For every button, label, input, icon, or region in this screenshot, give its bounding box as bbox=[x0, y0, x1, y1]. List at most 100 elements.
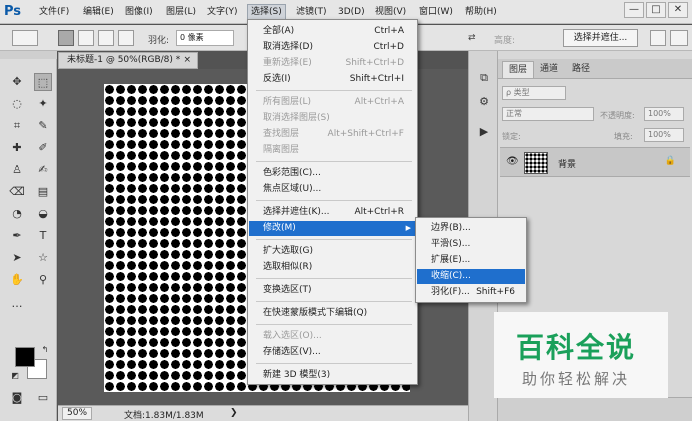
screen-mode-icon[interactable]: ▭ bbox=[34, 389, 52, 407]
magic-wand-icon[interactable]: ✦ bbox=[34, 95, 52, 113]
dodge-tool-icon[interactable]: ◒ bbox=[34, 205, 52, 223]
add-selection-icon[interactable] bbox=[78, 30, 94, 46]
default-colors-icon[interactable]: ◩ bbox=[6, 367, 24, 385]
actions-panel-icon[interactable]: ▶ bbox=[475, 123, 493, 141]
brush-tool-icon[interactable]: ✐ bbox=[34, 139, 52, 157]
menu-item-load-selection[interactable]: 载入选区(O)... bbox=[249, 329, 416, 344]
menu-image[interactable]: 图像(I) bbox=[122, 5, 156, 20]
blend-row: 正常 不透明度: 100% bbox=[502, 107, 688, 123]
quick-mask-icon[interactable]: ◙ bbox=[8, 389, 26, 407]
maximize-button[interactable]: □ bbox=[646, 2, 666, 18]
path-select-icon[interactable]: ➤ bbox=[8, 249, 26, 267]
crop-tool-icon[interactable]: ⌗ bbox=[8, 117, 26, 135]
healing-brush-icon[interactable]: ✚ bbox=[8, 139, 26, 157]
select-and-mask-button[interactable]: 选择并遮住... bbox=[563, 29, 638, 47]
toolbox-grip[interactable] bbox=[0, 51, 57, 59]
menu-item-focus-area[interactable]: 焦点区域(U)... bbox=[249, 182, 416, 197]
menu-file[interactable]: 文件(F) bbox=[36, 5, 72, 20]
menu-item-find-layers[interactable]: 查找图层 Alt+Shift+Ctrl+F bbox=[249, 127, 416, 142]
menu-type[interactable]: 文字(Y) bbox=[204, 5, 241, 20]
hand-tool-icon[interactable]: ✋ bbox=[8, 271, 26, 289]
menu-edit[interactable]: 编辑(E) bbox=[80, 5, 117, 20]
tab-channels[interactable]: 通道 bbox=[534, 61, 564, 78]
intersect-selection-icon[interactable] bbox=[118, 30, 134, 46]
submenu-item-feather[interactable]: 羽化(F)... Shift+F6 bbox=[417, 285, 525, 300]
feather-input[interactable]: 0 像素 bbox=[176, 30, 234, 46]
close-tab-icon[interactable]: × bbox=[183, 53, 191, 68]
search-icon[interactable] bbox=[650, 30, 666, 46]
pen-tool-icon[interactable]: ✒ bbox=[8, 227, 26, 245]
submenu-item-border[interactable]: 边界(B)... bbox=[417, 221, 525, 236]
menu-item-save-selection[interactable]: 存储选区(V)... bbox=[249, 345, 416, 360]
swap-colors-icon[interactable]: ↰ bbox=[36, 341, 54, 359]
lasso-tool-icon[interactable]: ◌ bbox=[8, 95, 26, 113]
tab-paths[interactable]: 路径 bbox=[566, 61, 596, 78]
shape-tool-icon[interactable]: ☆ bbox=[34, 249, 52, 267]
stamp-tool-icon[interactable]: ♙ bbox=[8, 161, 26, 179]
visibility-eye-icon[interactable]: 👁 bbox=[506, 156, 519, 167]
submenu-item-expand[interactable]: 扩展(E)... bbox=[417, 253, 525, 268]
modify-submenu: 边界(B)... 平滑(S)... 扩展(E)... 收缩(C)... 羽化(F… bbox=[415, 217, 527, 303]
status-bar: 50% 文档:1.83M/1.83M ❯ bbox=[58, 405, 468, 421]
menu-item-all-layers[interactable]: 所有图层(L) Alt+Ctrl+A bbox=[249, 95, 416, 110]
menu-item-reselect[interactable]: 重新选择(E) Shift+Ctrl+D bbox=[249, 56, 416, 71]
menu-item-color-range[interactable]: 色彩范围(C)... bbox=[249, 166, 416, 181]
properties-panel-icon[interactable]: ⚙ bbox=[475, 93, 493, 111]
menu-window[interactable]: 窗口(W) bbox=[416, 5, 456, 20]
history-brush-icon[interactable]: ✍ bbox=[34, 161, 52, 179]
submenu-item-smooth[interactable]: 平滑(S)... bbox=[417, 237, 525, 252]
menu-help[interactable]: 帮助(H) bbox=[462, 5, 500, 20]
close-button[interactable]: ✕ bbox=[668, 2, 688, 18]
menu-item-inverse[interactable]: 反选(I) Shift+Ctrl+I bbox=[249, 72, 416, 87]
panel-tabs: 图层 通道 路径 bbox=[498, 59, 692, 79]
menu-item-deselect-layers[interactable]: 取消选择图层(S) bbox=[249, 111, 416, 126]
info-arrow-icon[interactable]: ❯ bbox=[230, 408, 238, 418]
menu-layer[interactable]: 图层(L) bbox=[163, 5, 199, 20]
more-tools-icon[interactable]: … bbox=[8, 295, 26, 313]
layers-panel-footer bbox=[498, 397, 692, 421]
eraser-tool-icon[interactable]: ⌫ bbox=[8, 183, 26, 201]
menu-item-quick-mask[interactable]: 在快速蒙版模式下编辑(Q) bbox=[249, 306, 416, 321]
type-tool-icon[interactable]: T bbox=[34, 227, 52, 245]
submenu-item-contract[interactable]: 收缩(C)... bbox=[417, 269, 525, 284]
menu-item-all[interactable]: 全部(A) Ctrl+A bbox=[249, 24, 416, 39]
blur-tool-icon[interactable]: ◔ bbox=[8, 205, 26, 223]
subtract-selection-icon[interactable] bbox=[98, 30, 114, 46]
minimize-button[interactable]: — bbox=[624, 2, 644, 18]
document-title: 未标题-1 @ 50%(RGB/8) * bbox=[67, 55, 181, 65]
swap-icon[interactable]: ⇄ bbox=[468, 33, 476, 43]
gradient-tool-icon[interactable]: ▤ bbox=[34, 183, 52, 201]
move-tool-icon[interactable]: ✥ bbox=[8, 73, 26, 91]
menu-item-deselect[interactable]: 取消选择(D) Ctrl+D bbox=[249, 40, 416, 55]
foreground-color-swatch[interactable] bbox=[15, 347, 35, 367]
menu-3d[interactable]: 3D(D) bbox=[335, 5, 368, 20]
menu-view[interactable]: 视图(V) bbox=[372, 5, 409, 20]
zoom-field[interactable]: 50% bbox=[62, 407, 92, 420]
menu-item-new-3d-model[interactable]: 新建 3D 模型(3) bbox=[249, 368, 416, 383]
fill-input[interactable]: 100% bbox=[644, 128, 684, 142]
menu-item-select-and-mask[interactable]: 选择并遮住(K)... Alt+Ctrl+R bbox=[249, 205, 416, 220]
eyedropper-icon[interactable]: ✎ bbox=[34, 117, 52, 135]
blend-mode-select[interactable]: 正常 bbox=[502, 107, 594, 121]
menu-filter[interactable]: 滤镜(T) bbox=[293, 5, 330, 20]
history-panel-icon[interactable]: ⧉ bbox=[475, 69, 493, 87]
marquee-preset-icon[interactable] bbox=[12, 30, 38, 46]
menu-item-similar[interactable]: 选取相似(R) bbox=[249, 260, 416, 275]
tab-layers[interactable]: 图层 bbox=[502, 61, 535, 78]
menu-separator bbox=[256, 200, 412, 201]
menu-item-modify[interactable]: 修改(M) ▶ bbox=[249, 221, 416, 236]
menu-item-transform-selection[interactable]: 变换选区(T) bbox=[249, 283, 416, 298]
document-tab[interactable]: 未标题-1 @ 50%(RGB/8) * × bbox=[58, 52, 198, 69]
layer-row-background[interactable]: 👁 背景 🔒 bbox=[500, 147, 690, 177]
new-selection-icon[interactable] bbox=[58, 30, 74, 46]
menu-item-grow[interactable]: 扩大选取(G) bbox=[249, 244, 416, 259]
opacity-input[interactable]: 100% bbox=[644, 107, 684, 121]
watermark-title: 百科全说 bbox=[516, 331, 637, 364]
marquee-tool-icon[interactable]: ⬚ bbox=[34, 73, 52, 91]
menu-select[interactable]: 选择(S) bbox=[247, 4, 286, 20]
workspace-icon[interactable] bbox=[670, 30, 688, 46]
watermark: 百科全说 助你轻松解决 bbox=[494, 312, 668, 398]
menu-item-isolate-layers[interactable]: 隔离图层 bbox=[249, 143, 416, 158]
layer-filter-select[interactable]: ρ 类型 bbox=[502, 86, 566, 100]
zoom-tool-icon[interactable]: ⚲ bbox=[34, 271, 52, 289]
